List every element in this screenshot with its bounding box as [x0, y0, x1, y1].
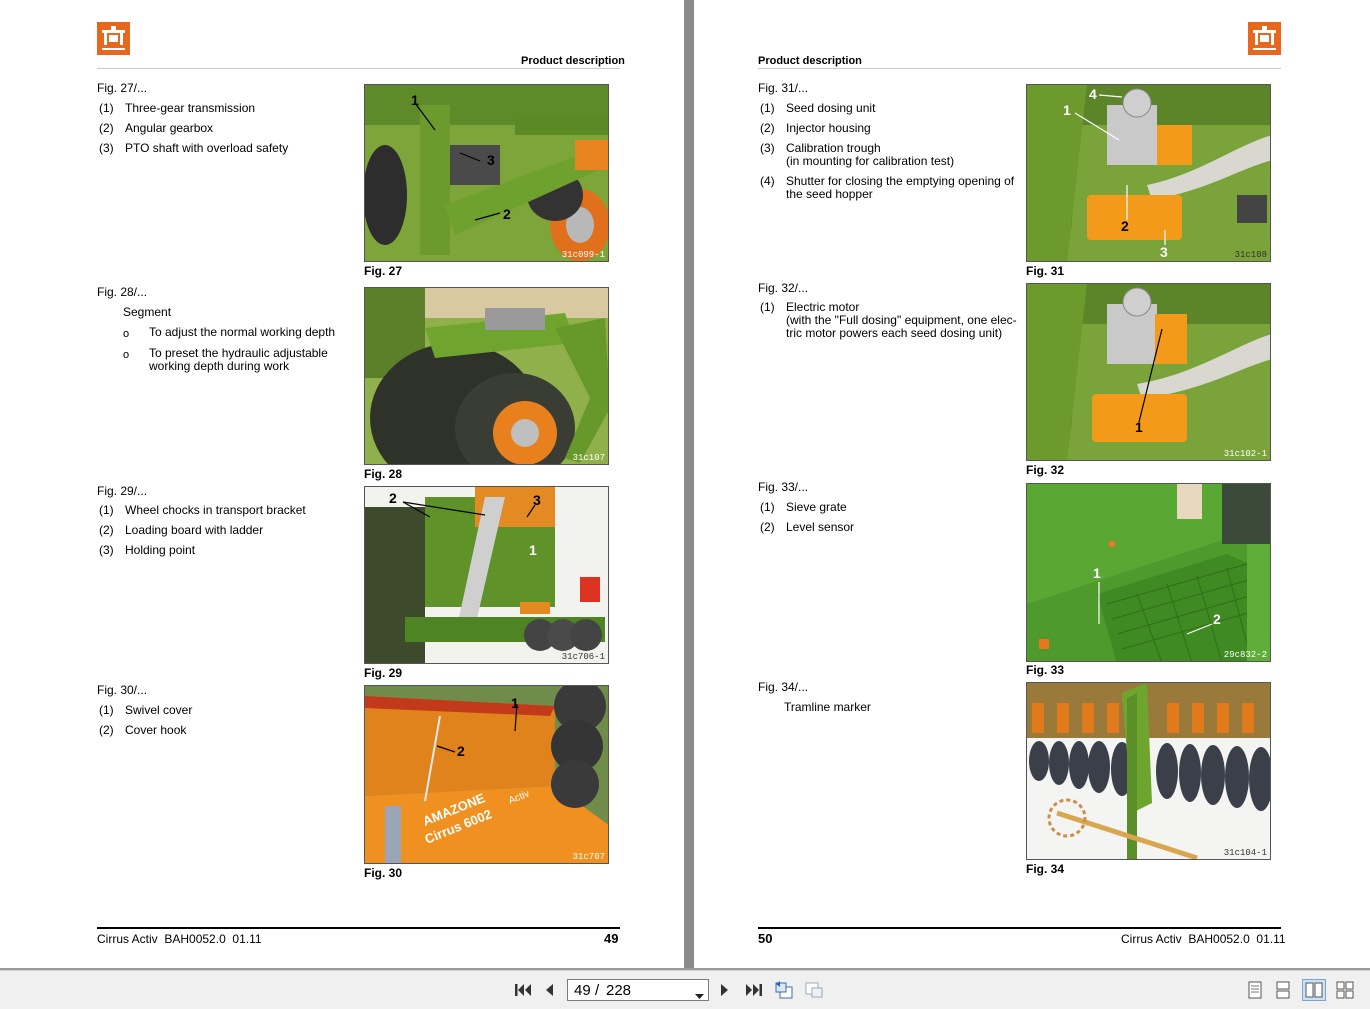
callout-1: 1: [411, 92, 419, 108]
fig34-heading: Tramline marker: [784, 700, 871, 714]
bullet-marker: o: [123, 349, 130, 361]
photo-code: 31c707: [572, 852, 605, 862]
header-rule: [97, 68, 620, 69]
callout-2: 2: [1213, 611, 1221, 627]
fig27-photo: 1 3 2 31c099-1: [364, 84, 609, 262]
fig28-caption: Fig. 28: [364, 467, 403, 481]
bullet-marker: o: [123, 328, 130, 340]
footer-rule: [758, 927, 1281, 929]
callout-1: 1: [511, 695, 519, 711]
fig34-title: Fig. 34/...: [758, 680, 809, 694]
callout-3: 3: [533, 492, 541, 508]
viewer-toolbar: 49 / 228: [0, 970, 1370, 1009]
right-page: Product description Fig. 31/... (1) Seed …: [694, 0, 1370, 968]
amazone-logo: [1248, 22, 1281, 55]
fig27-caption: Fig. 27: [364, 264, 403, 278]
previous-page-icon[interactable]: [541, 979, 557, 1001]
fig33-photo: 1 2 29c832-2: [1026, 483, 1271, 662]
fig27-title: Fig. 27/...: [97, 81, 148, 95]
photo-code: 31c104-1: [1223, 848, 1267, 858]
callout-3: 3: [1160, 244, 1168, 260]
photo-code: 31c102-1: [1223, 449, 1267, 459]
callout-1: 1: [1063, 102, 1071, 118]
page-number-input[interactable]: 49 / 228: [567, 979, 709, 1001]
continuous-view-icon[interactable]: [1273, 979, 1293, 1001]
page-separator: /: [595, 982, 600, 999]
footer-text: Cirrus Activ BAH0052.0 01.11: [97, 932, 262, 946]
next-view-icon[interactable]: [803, 979, 825, 1001]
header-rule: [758, 68, 1281, 69]
fig29-photo: 2 3 1 31c706-1: [364, 486, 609, 664]
callout-2: 2: [1121, 218, 1129, 234]
left-page: Product description Fig. 27/... (1) Three…: [0, 0, 684, 968]
fig28-heading: Segment: [123, 305, 172, 319]
fig30-title: Fig. 30/...: [97, 683, 148, 697]
callout-2: 2: [457, 743, 465, 759]
fig31-photo: 4 1 2 3 31c108: [1026, 84, 1271, 262]
bullet-text: To adjust the normal working depth: [149, 325, 336, 339]
two-page-continuous-view-icon[interactable]: [1334, 979, 1356, 1001]
fig33-title: Fig. 33/...: [758, 480, 809, 494]
photo-code: 31c107: [572, 453, 605, 463]
footer-text: Cirrus Activ BAH0052.0 01.11: [1121, 932, 1286, 946]
fig32-title: Fig. 32/...: [758, 281, 809, 295]
first-page-icon[interactable]: [512, 979, 534, 1001]
page-number: 49: [604, 931, 619, 946]
callout-2: 2: [503, 206, 511, 222]
amazone-logo: [97, 22, 130, 55]
callout-1: 1: [529, 542, 537, 558]
page-header: Product description: [758, 55, 862, 67]
photo-code: 29c832-2: [1223, 650, 1267, 660]
fig28-title: Fig. 28/...: [97, 285, 148, 299]
photo-code: 31c108: [1234, 250, 1267, 260]
fig29-caption: Fig. 29: [364, 666, 403, 680]
callout-4: 4: [1089, 86, 1097, 102]
page-gutter: [684, 0, 694, 968]
photo-code: 31c099-1: [561, 250, 605, 260]
callout-1: 1: [1135, 419, 1143, 435]
fig30-photo: 1 2 AMAZONE Cirrus 6002 Activ 31c707: [364, 685, 609, 864]
footer-rule: [97, 927, 620, 929]
fig30-caption: Fig. 30: [364, 866, 403, 880]
callout-1: 1: [1093, 565, 1101, 581]
two-page-view-icon[interactable]: [1302, 979, 1326, 1001]
fig29-title: Fig. 29/...: [97, 484, 148, 498]
photo-code: 31c706-1: [561, 652, 605, 662]
bullet-text: working depth during work: [149, 359, 290, 373]
fig32-photo: 1 31c102-1: [1026, 283, 1271, 461]
fig34-photo: 31c104-1: [1026, 682, 1271, 860]
page-header: Product description: [521, 55, 625, 67]
fig32-caption: Fig. 32: [1026, 463, 1065, 477]
fig34-caption: Fig. 34: [1026, 862, 1065, 876]
previous-view-icon[interactable]: [773, 979, 795, 1001]
page-number: 50: [758, 931, 773, 946]
fig33-caption: Fig. 33: [1026, 663, 1065, 677]
callout-3: 3: [487, 152, 495, 168]
fig28-photo: 31c107: [364, 287, 609, 465]
total-pages: 228: [606, 982, 632, 999]
last-page-icon[interactable]: [743, 979, 765, 1001]
single-page-view-icon[interactable]: [1245, 979, 1265, 1001]
next-page-icon[interactable]: [717, 979, 733, 1001]
chevron-down-icon[interactable]: [695, 987, 704, 1004]
callout-2: 2: [389, 490, 397, 506]
fig31-title: Fig. 31/...: [758, 81, 809, 95]
fig31-caption: Fig. 31: [1026, 264, 1065, 278]
current-page-value: 49: [574, 982, 591, 999]
